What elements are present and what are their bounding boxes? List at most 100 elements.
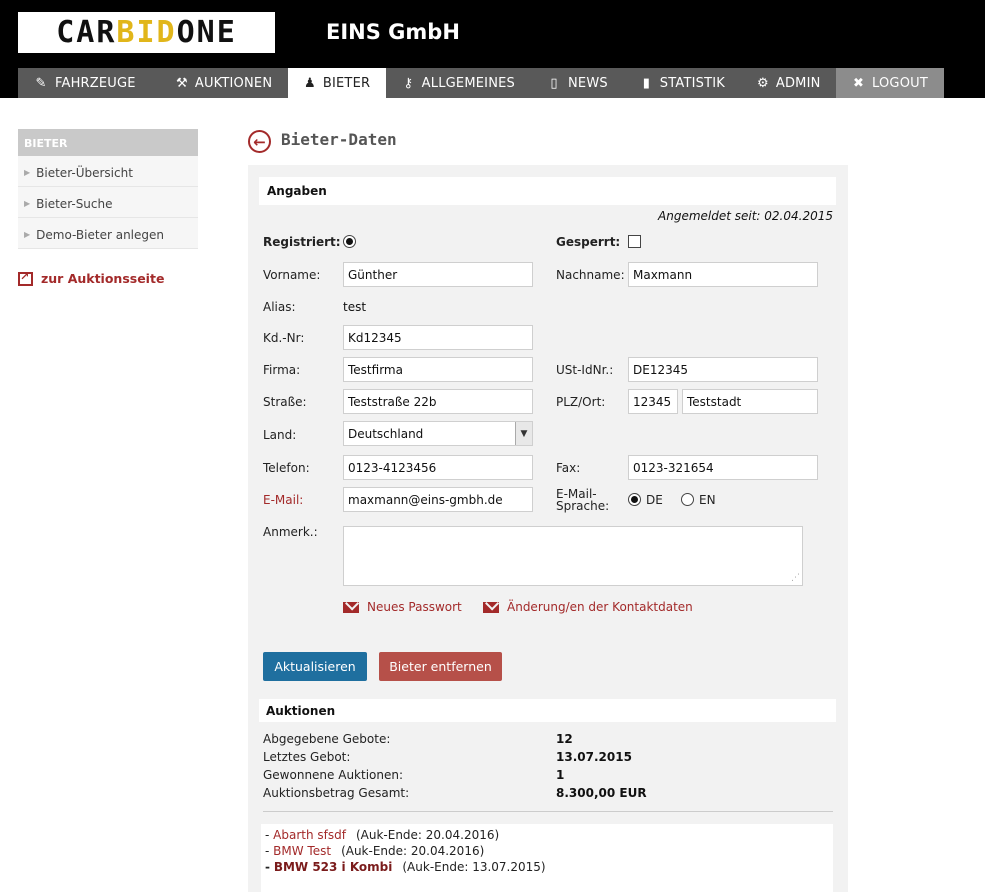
logo-part-3: ONE: [176, 15, 237, 50]
customer-no-field[interactable]: Kd12345: [343, 325, 533, 350]
nav-label: BIETER: [322, 75, 371, 91]
auction-link[interactable]: BMW Test: [273, 844, 331, 858]
vat-label: USt-IdNr.:: [556, 363, 614, 377]
sidebar-item-label: Demo-Bieter anlegen: [36, 228, 165, 242]
nav-bieter[interactable]: ♟ BIETER: [288, 68, 386, 98]
registered-since: Angemeldet seit: 02.04.2015: [658, 209, 833, 223]
list-item: - Abarth sfsdf (Auk-Ende: 20.04.2016): [265, 828, 500, 842]
close-icon: ✖: [852, 75, 865, 91]
nav-label: ADMIN: [775, 75, 821, 91]
logo-part-1: CAR: [56, 15, 117, 50]
auction-end: (Auk-Ende: 13.07.2015): [402, 860, 546, 874]
nav-label: LOGOUT: [872, 75, 928, 91]
stat-label-won: Gewonnene Auktionen:: [263, 768, 404, 782]
remove-bidder-button[interactable]: Bieter entfernen: [379, 652, 502, 681]
language-de-radio[interactable]: [628, 493, 641, 506]
divider: [263, 811, 833, 812]
contact-change-link-label: Änderung/en der Kontaktdaten: [507, 600, 693, 614]
new-password-link-label: Neues Passwort: [367, 600, 462, 614]
contact-change-link[interactable]: Änderung/en der Kontaktdaten: [483, 600, 693, 614]
gear-icon: ⚙: [757, 75, 769, 91]
registered-label: Registriert:: [263, 235, 341, 249]
zip-field[interactable]: 12345: [628, 389, 678, 414]
notes-textarea[interactable]: [343, 526, 803, 586]
phone-field[interactable]: 0123-4123456: [343, 455, 533, 480]
nav-label: STATISTIK: [659, 75, 725, 91]
user-icon: ♟: [304, 75, 316, 91]
bidder-panel: Angaben Angemeldet seit: 02.04.2015 Regi…: [248, 165, 848, 892]
lastname-field[interactable]: Maxmann: [628, 262, 818, 287]
triangle-icon: ▶: [24, 199, 31, 208]
zipcity-label: PLZ/Ort:: [556, 395, 606, 409]
top-header: CAR BID ONE EINS GmbH ✎ FAHRZEUGE ⚒ AUKTIO…: [0, 0, 985, 98]
stat-label-last-bid: Letztes Gebot:: [263, 750, 351, 764]
vat-field[interactable]: DE12345: [628, 357, 818, 382]
registered-radio[interactable]: [343, 235, 356, 248]
company-label: Firma:: [263, 363, 301, 377]
new-password-link[interactable]: Neues Passwort: [343, 600, 462, 614]
auction-list: - Abarth sfsdf (Auk-Ende: 20.04.2016) - B…: [261, 824, 833, 892]
city-field[interactable]: Teststadt: [682, 389, 818, 414]
email-language-label-line2: Sprache:: [556, 499, 610, 513]
email-field[interactable]: maxmann@eins-gmbh.de: [343, 487, 533, 512]
sidebar-heading: BIETER: [18, 129, 198, 156]
nav-fahrzeuge[interactable]: ✎ FAHRZEUGE: [18, 68, 160, 98]
list-item: - BMW 523 i Kombi (Auk-Ende: 13.07.2015): [265, 860, 546, 874]
alias-value: test: [343, 300, 367, 314]
external-link-icon: [18, 270, 33, 286]
update-button[interactable]: Aktualisieren: [263, 652, 367, 681]
nav-news[interactable]: ▯ NEWS: [531, 68, 624, 98]
country-label: Land:: [263, 428, 297, 442]
stat-value-total: 8.300,00 EUR: [556, 786, 647, 800]
stat-value-won: 1: [556, 768, 565, 782]
nav-label: ALLGEMEINES: [421, 75, 515, 91]
nav-auktionen[interactable]: ⚒ AUKTIONEN: [160, 68, 288, 98]
carbidone-logo[interactable]: CAR BID ONE: [18, 12, 275, 53]
stat-label-total: Auktionsbetrag Gesamt:: [263, 786, 410, 800]
back-arrow-icon[interactable]: ←: [248, 130, 271, 153]
blocked-checkbox[interactable]: [628, 235, 641, 248]
nav-statistik[interactable]: ▮ STATISTIK: [624, 68, 741, 98]
language-en-radio[interactable]: [681, 493, 694, 506]
edit-icon: ✎: [35, 75, 47, 91]
auction-end: (Auk-Ende: 20.04.2016): [355, 828, 500, 842]
country-select[interactable]: Deutschland ▼: [343, 421, 533, 446]
sidebar: BIETER ▶ Bieter-Übersicht ▶ Bieter-Suche…: [18, 129, 198, 249]
logo-part-2: BID: [116, 15, 177, 50]
nav-label: FAHRZEUGE: [55, 75, 136, 91]
nav-admin[interactable]: ⚙ ADMIN: [741, 68, 836, 98]
customer-no-label: Kd.-Nr:: [263, 331, 305, 345]
fax-field[interactable]: 0123-321654: [628, 455, 818, 480]
auction-link[interactable]: BMW 523 i Kombi: [274, 860, 393, 874]
nav-label: NEWS: [568, 75, 608, 91]
auction-page-link[interactable]: zur Auktionsseite: [18, 270, 165, 286]
company-name: EINS GmbH: [326, 20, 460, 44]
fax-label: Fax:: [556, 461, 581, 475]
company-field[interactable]: Testfirma: [343, 357, 533, 382]
gavel-icon: ⚒: [176, 75, 188, 91]
sidebar-item-demo-bieter[interactable]: ▶ Demo-Bieter anlegen: [18, 218, 198, 249]
lastname-label: Nachname:: [556, 268, 625, 282]
stat-value-bids: 12: [556, 732, 573, 746]
page-title: Bieter-Daten: [281, 130, 397, 149]
sidebar-item-label: Bieter-Übersicht: [36, 166, 133, 180]
key-icon: ⚷: [403, 75, 414, 91]
auction-end: (Auk-Ende: 20.04.2016): [341, 844, 485, 858]
street-field[interactable]: Teststraße 22b: [343, 389, 533, 414]
sidebar-item-bieter-uebersicht[interactable]: ▶ Bieter-Übersicht: [18, 156, 198, 187]
nav-allgemeines[interactable]: ⚷ ALLGEMEINES: [386, 68, 531, 98]
chevron-down-icon[interactable]: ▼: [515, 422, 532, 445]
nav-logout[interactable]: ✖ LOGOUT: [836, 68, 944, 98]
firstname-label: Vorname:: [263, 268, 321, 282]
firstname-field[interactable]: Günther: [343, 262, 533, 287]
list-item: - BMW Test (Auk-Ende: 20.04.2016): [265, 844, 485, 858]
auction-page-link-label: zur Auktionsseite: [41, 271, 165, 286]
street-label: Straße:: [263, 395, 307, 409]
stat-value-last-bid: 13.07.2015: [556, 750, 632, 764]
nav-label: AUKTIONEN: [194, 75, 273, 91]
auction-link[interactable]: Abarth sfsdf: [273, 828, 346, 842]
triangle-icon: ▶: [24, 168, 31, 177]
section-header-auktionen: Auktionen: [259, 699, 836, 722]
sidebar-item-bieter-suche[interactable]: ▶ Bieter-Suche: [18, 187, 198, 218]
triangle-icon: ▶: [24, 230, 31, 239]
